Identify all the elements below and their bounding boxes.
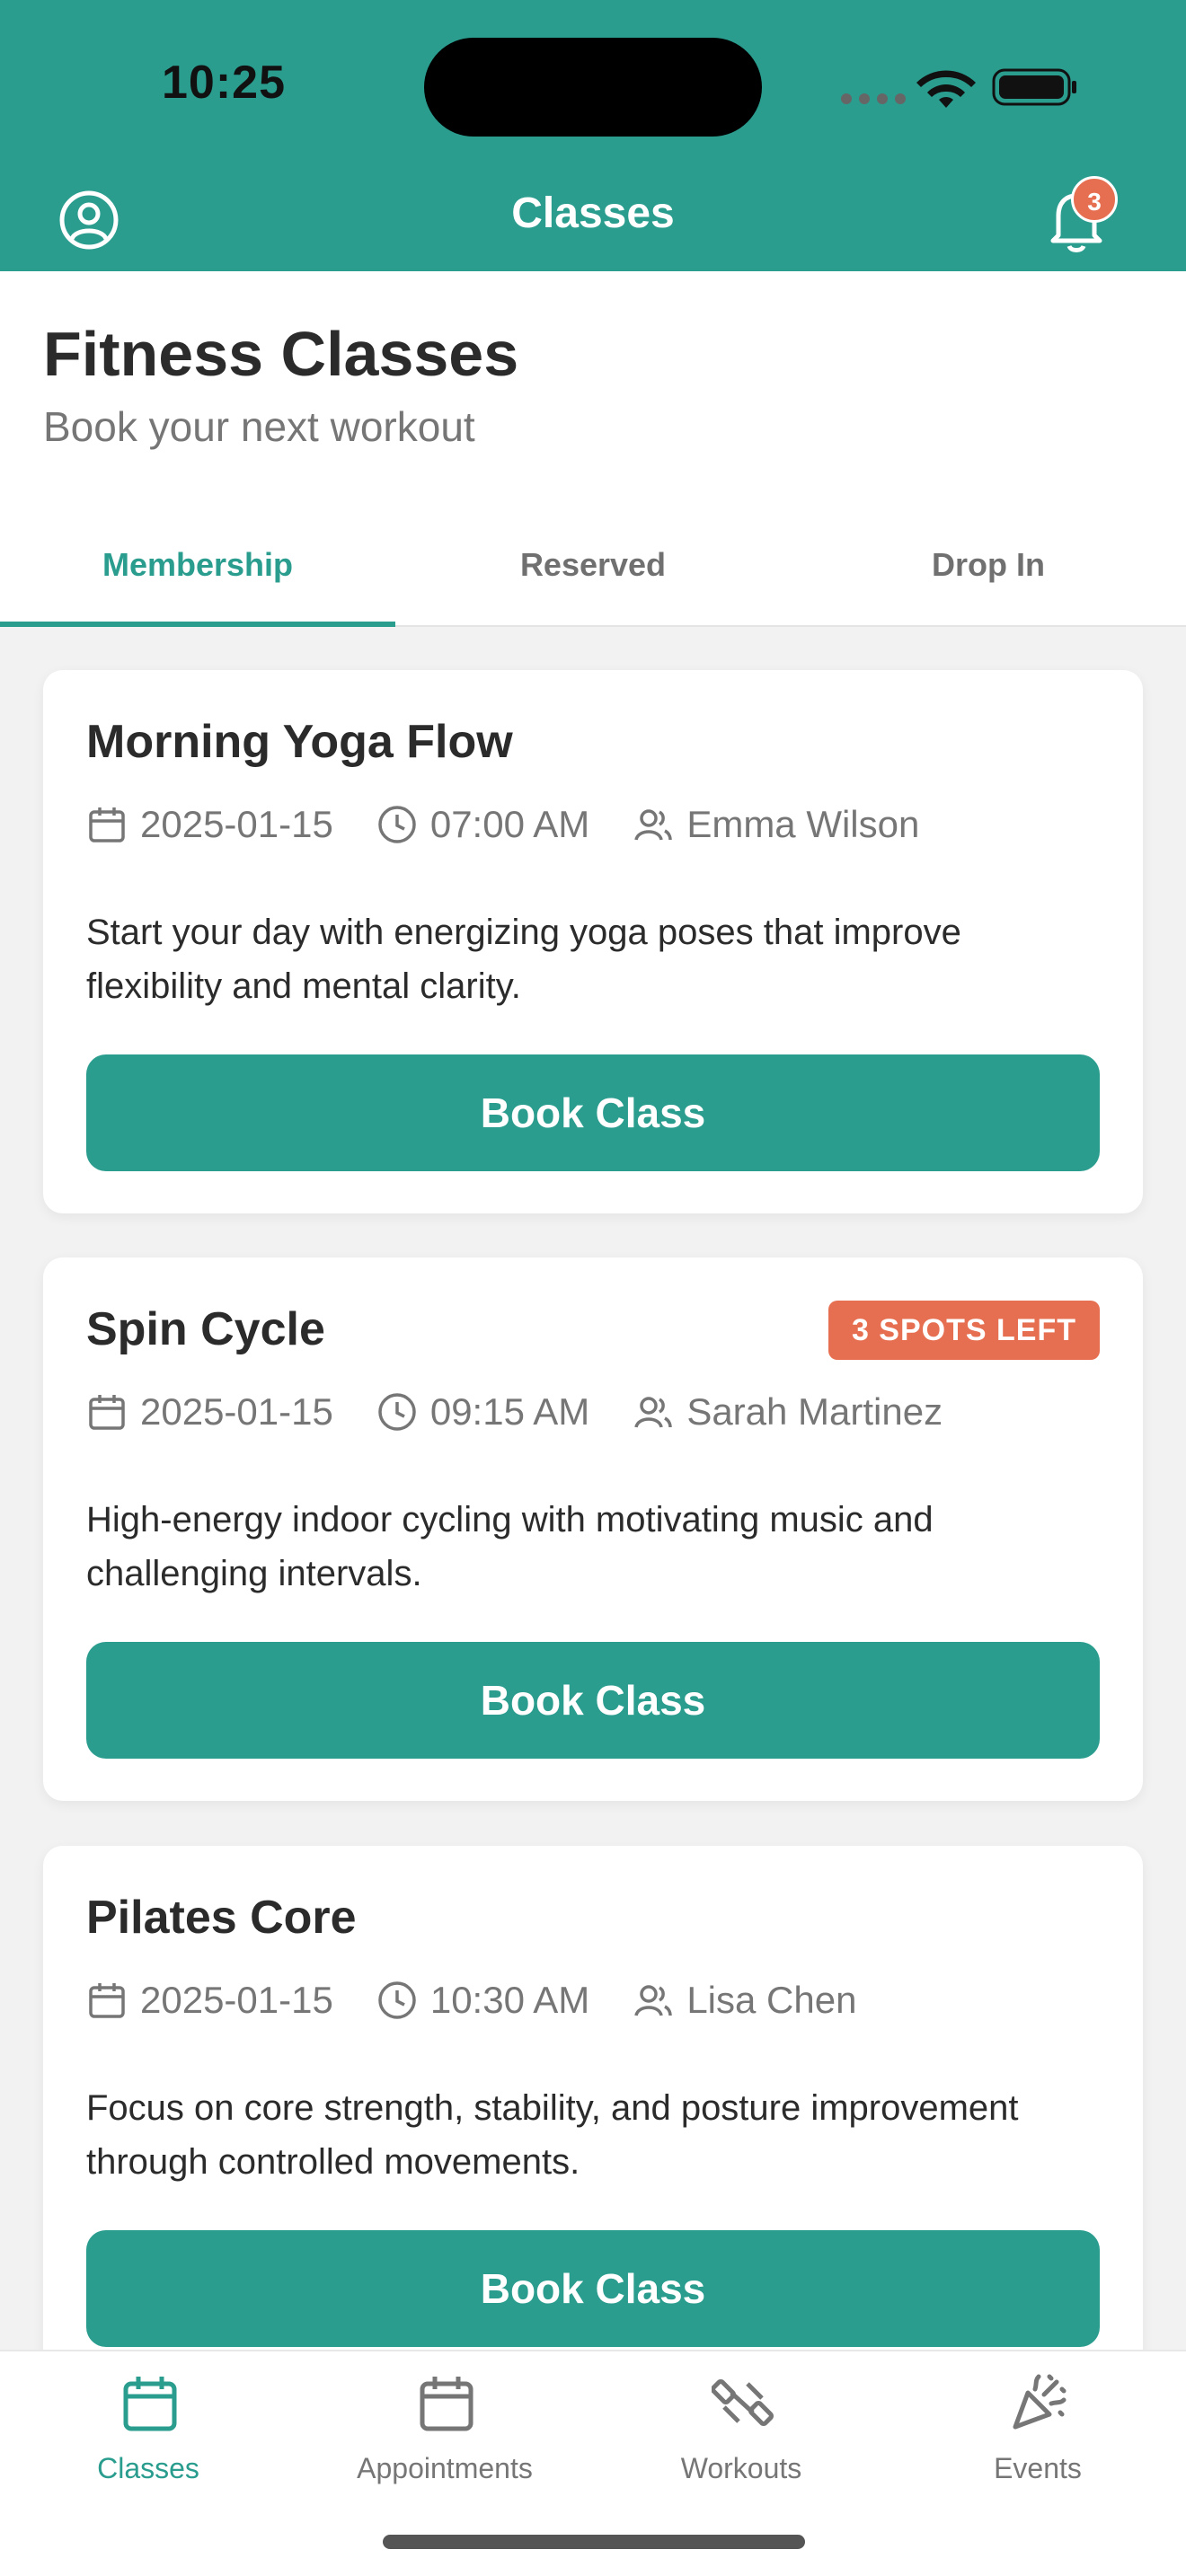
class-description: High-energy indoor cycling with motivati… <box>86 1500 934 1593</box>
wifi-icon <box>916 70 976 108</box>
calendar-icon <box>89 807 125 842</box>
class-card: Pilates Core 2025-01-15 10:30 AM Lisa Ch… <box>43 1846 1143 2389</box>
tab-reserved[interactable]: Reserved <box>395 483 791 625</box>
calendar-icon <box>420 2377 474 2431</box>
cellular-signal-icon <box>841 93 906 104</box>
book-class-button[interactable]: Book Class <box>86 2230 1100 2347</box>
class-meta: 2025-01-15 07:00 AM Emma Wilson <box>86 803 962 846</box>
class-title: Morning Yoga Flow <box>86 716 513 768</box>
nav-label: Workouts <box>680 2452 802 2484</box>
class-instructor: Emma Wilson <box>686 803 920 845</box>
class-card: Spin Cycle 3 SPOTS LEFT 2025-01-15 09:15… <box>43 1257 1143 1801</box>
class-date: 2025-01-15 <box>140 1979 333 2021</box>
class-type-tabs: Membership Reserved Drop In <box>0 483 1186 627</box>
battery-icon <box>992 68 1076 106</box>
calendar-icon <box>89 1395 125 1430</box>
calendar-icon <box>123 2377 177 2431</box>
class-title: Pilates Core <box>86 1892 357 1944</box>
class-description: Focus on core strength, stability, and p… <box>86 2088 1019 2182</box>
clock-icon <box>378 806 416 843</box>
book-class-button[interactable]: Book Class <box>86 1642 1100 1759</box>
class-time: 09:15 AM <box>429 1390 590 1433</box>
class-meta: 2025-01-15 10:30 AM Lisa Chen <box>86 1979 899 2022</box>
page-title: Fitness Classes <box>43 319 519 389</box>
nav-label: Appointments <box>357 2452 533 2484</box>
tab-drop-in[interactable]: Drop In <box>791 483 1186 625</box>
class-title: Spin Cycle <box>86 1303 325 1355</box>
notification-count-badge: 3 <box>1071 176 1118 223</box>
class-meta: 2025-01-15 09:15 AM Sarah Martinez <box>86 1390 986 1434</box>
dumbbell-icon <box>712 2379 774 2426</box>
instructor-icon <box>634 1397 673 1428</box>
header-title: Classes <box>511 190 675 237</box>
home-indicator[interactable] <box>383 2535 805 2549</box>
tab-membership[interactable]: Membership <box>0 483 395 627</box>
dynamic-island <box>424 38 762 137</box>
clock-icon <box>378 1981 416 2019</box>
nav-label: Classes <box>97 2452 199 2484</box>
spots-left-badge: 3 SPOTS LEFT <box>828 1301 1100 1360</box>
instructor-icon <box>634 809 673 841</box>
page-header: Fitness Classes Book your next workout M… <box>0 271 1186 627</box>
clock-icon <box>378 1393 416 1431</box>
page-subtitle: Book your next workout <box>43 403 475 450</box>
party-popper-icon <box>1013 2374 1067 2430</box>
class-time: 10:30 AM <box>429 1979 590 2021</box>
class-card: Morning Yoga Flow 2025-01-15 07:00 AM Em… <box>43 670 1143 1213</box>
app-screen: 10:25 Classes 3 Fitness Classes Book you… <box>0 0 1186 2576</box>
app-header: 10:25 Classes 3 <box>0 0 1186 271</box>
book-class-button[interactable]: Book Class <box>86 1054 1100 1171</box>
calendar-icon <box>89 1983 125 2018</box>
class-description: Start your day with energizing yoga pose… <box>86 913 961 1006</box>
instructor-icon <box>634 1985 673 2016</box>
nav-label: Events <box>994 2452 1082 2484</box>
status-time: 10:25 <box>162 57 286 109</box>
class-instructor: Sarah Martinez <box>686 1390 943 1433</box>
class-instructor: Lisa Chen <box>686 1979 857 2021</box>
class-date: 2025-01-15 <box>140 1390 333 1433</box>
class-time: 07:00 AM <box>429 803 590 845</box>
class-date: 2025-01-15 <box>140 803 333 845</box>
